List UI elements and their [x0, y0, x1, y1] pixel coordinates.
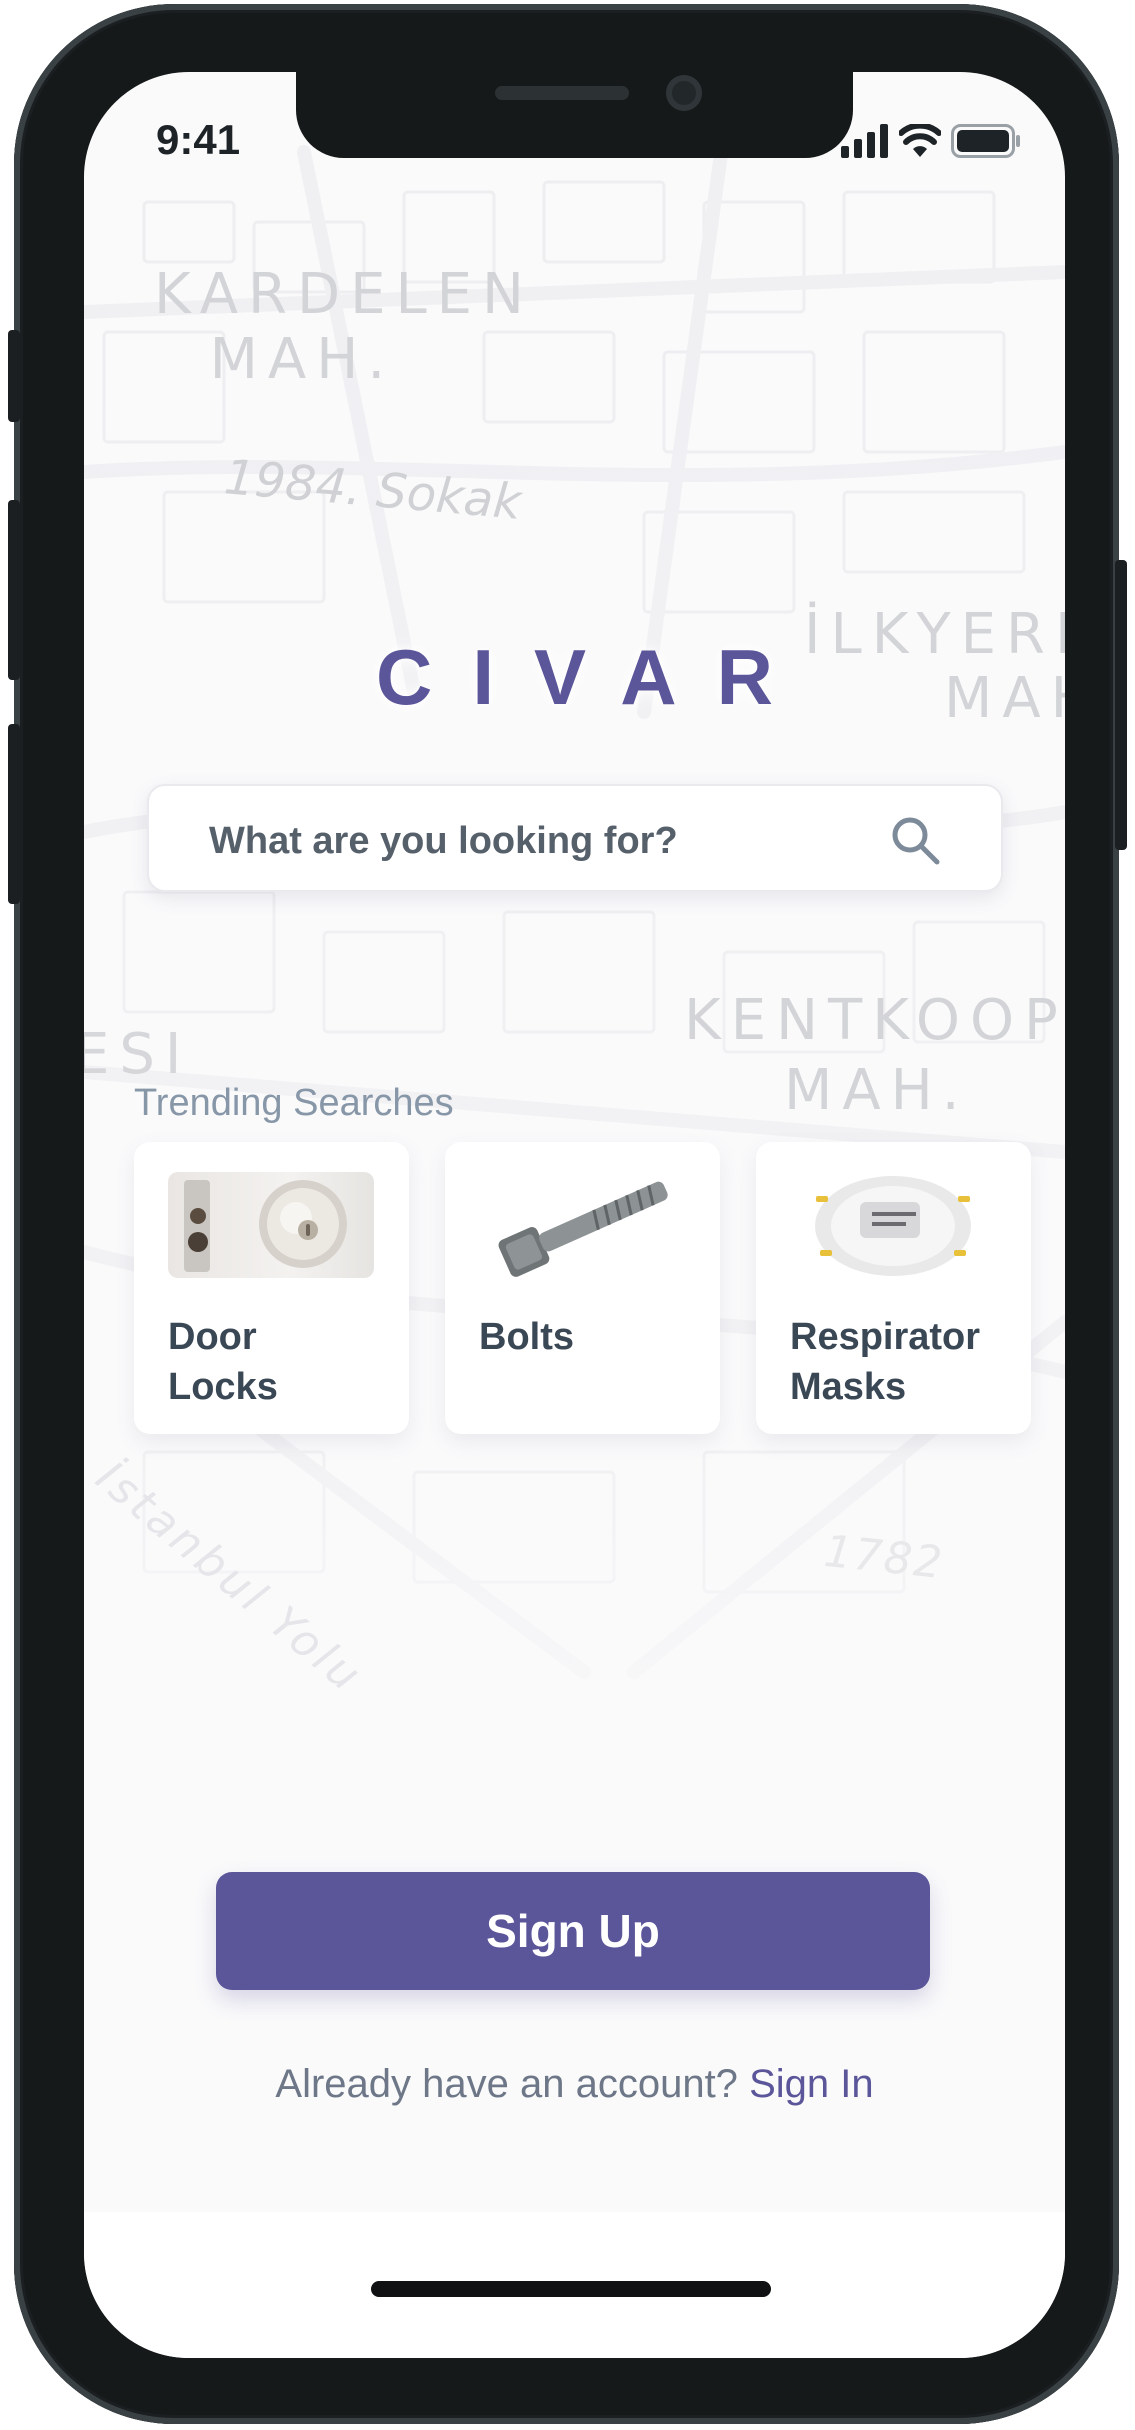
volume-up-button [8, 500, 20, 680]
search-icon[interactable] [889, 814, 941, 866]
screen: KARDELEN MAH. 1984. Sokak İLKYERL MAH KE… [84, 72, 1065, 2358]
bolt-image [479, 1172, 685, 1278]
door-lock-image [168, 1172, 374, 1278]
trending-card-bolts[interactable]: Bolts [445, 1142, 720, 1434]
status-icons [841, 124, 1021, 158]
map-label-esi: ESI [84, 1022, 192, 1087]
volume-down-button [8, 724, 20, 904]
respirator-mask-graphic [815, 1176, 971, 1276]
sign-in-prompt: Already have an account? [275, 2062, 738, 2106]
power-button [1115, 560, 1127, 850]
battery-icon [951, 124, 1020, 158]
app-logo: CIVAR [376, 633, 813, 721]
map-label-kentkoop: KENTKOOP [684, 988, 1065, 1053]
trending-card-label: Door Locks [168, 1316, 278, 1408]
bolt-graphic [498, 1181, 668, 1277]
status-time: 9:41 [156, 116, 241, 163]
silent-switch [8, 330, 20, 422]
sign-up-button[interactable]: Sign Up [216, 1872, 930, 1990]
trending-card-respirator-masks[interactable]: Respirator Masks [756, 1142, 1031, 1434]
notch [296, 72, 853, 158]
map-label-kardelen: KARDELEN MAH. [154, 262, 534, 392]
sign-in-row: Already have an account? Sign In [84, 2062, 1065, 2107]
trending-card-door-locks[interactable]: Door Locks [134, 1142, 409, 1434]
door-lock-graphic [184, 1180, 347, 1272]
front-camera [666, 75, 702, 111]
respirator-mask-image [790, 1172, 996, 1278]
signal-icon [841, 124, 888, 158]
map-background: KARDELEN MAH. 1984. Sokak İLKYERL MAH KE… [84, 72, 1065, 1822]
trending-title: Trending Searches [134, 1082, 454, 1124]
trending-card-label: Bolts [479, 1316, 574, 1358]
wifi-icon [899, 124, 941, 157]
map-label-mah-center: MAH. [784, 1058, 970, 1123]
speaker-grille [495, 86, 629, 100]
home-indicator[interactable] [371, 2281, 771, 2297]
trending-card-label: Respirator Masks [790, 1316, 981, 1408]
search-input[interactable]: What are you looking for? [147, 784, 1003, 892]
sign-in-link[interactable]: Sign In [749, 2062, 874, 2106]
search-placeholder: What are you looking for? [209, 820, 678, 862]
